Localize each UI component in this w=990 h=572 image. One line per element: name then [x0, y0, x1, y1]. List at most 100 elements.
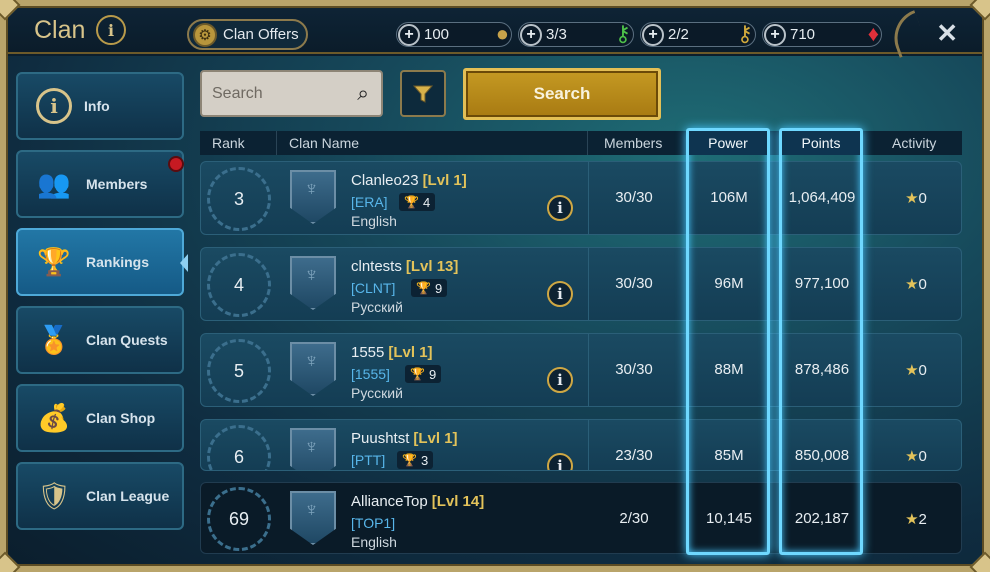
own-clan-row[interactable]: 69 ♆ AllianceTop [Lvl 14] [TOP1] English … [200, 482, 962, 554]
table-row[interactable]: 3 ♆ Clanleo23 [Lvl 1] [ERA] 🏆 4 English i … [200, 161, 962, 235]
points-value: 202,187 [794, 510, 850, 527]
rank-value: 6 [233, 446, 244, 467]
star-icon: ★ [905, 362, 919, 379]
clan-tag: [ERA] [351, 194, 388, 210]
clan-name-text: clntests [351, 258, 402, 275]
clan-level: [Lvl 13] [405, 258, 459, 275]
resource-rubies: + 710 ♦ [762, 21, 882, 47]
sidebar-item-clan-shop[interactable]: 💰 Clan Shop [16, 384, 184, 452]
clan-info-button[interactable]: i [96, 15, 126, 45]
close-icon[interactable]: ✕ [936, 18, 958, 49]
rank-value: 5 [233, 360, 244, 381]
trophy-count: 🏆 3 [397, 451, 434, 469]
rank-wreath: 69 [207, 487, 271, 551]
activity-number: 0 [918, 448, 927, 465]
clan-name: 1555 [Lvl 1] [351, 344, 433, 361]
clan-info-button[interactable]: i [547, 367, 573, 393]
sidebar-item-rankings[interactable]: 🏆 Rankings [16, 228, 188, 296]
header-points[interactable]: Points [782, 131, 860, 155]
header-activity[interactable]: Activity [892, 135, 936, 151]
emblem-icon: ♆ [304, 499, 319, 521]
clan-emblem: ♆ [290, 428, 336, 470]
add-green-keys-button[interactable]: + [520, 23, 542, 46]
members-value: 30/30 [615, 189, 653, 206]
trophy-value: 4 [422, 194, 431, 210]
rank-value: 69 [228, 508, 250, 529]
header-divider [276, 131, 277, 155]
points-value: 977,100 [794, 275, 850, 292]
sidebar-item-clan-league[interactable]: 🛡 Clan League [16, 462, 184, 530]
rubies-value: 710 [790, 26, 816, 43]
header-members[interactable]: Members [604, 135, 662, 151]
clan-tag: [TOP1] [351, 515, 396, 531]
points-value: 1,064,409 [788, 189, 856, 206]
sidebar-item-clan-quests[interactable]: 🏅 Clan Quests [16, 306, 184, 374]
gold-key-icon: ⚷ [736, 21, 753, 46]
star-icon: ★ [905, 448, 919, 465]
star-icon: ★ [905, 190, 919, 207]
emblem-icon: ♆ [304, 350, 319, 372]
rank-value: 3 [233, 188, 244, 209]
members-value: 2/30 [619, 510, 649, 527]
search-field[interactable]: ⌕ [200, 70, 383, 117]
power-value: 88M [714, 361, 744, 378]
clan-name: Clanleo23 [Lvl 1] [351, 172, 467, 189]
header-divider [587, 131, 588, 155]
resource-green-keys: + 3/3 ⚷ [518, 21, 634, 47]
clan-emblem: ♆ [290, 256, 336, 310]
table-row[interactable]: 5 ♆ 1555 [Lvl 1] [1555] 🏆 9 Русский i 30/3… [200, 333, 962, 407]
sidebar-item-info[interactable]: i Info [16, 72, 184, 140]
shield-stars-icon: 🛡 [36, 481, 72, 511]
column-divider [588, 420, 589, 470]
add-coins-button[interactable]: + [398, 23, 420, 46]
clan-offers-button[interactable]: ⚙ Clan Offers [187, 19, 308, 50]
clan-info-button[interactable]: i [547, 195, 573, 221]
clan-language: Русский [351, 299, 403, 315]
members-icon: 👥 [37, 169, 71, 199]
activity-number: 0 [918, 362, 927, 379]
info-icon: i [107, 20, 115, 40]
clan-info-button[interactable]: i [547, 453, 573, 470]
top-bar: Clan i ⚙ Clan Offers + 100 ● + 3/3 ⚷ + 2… [6, 6, 984, 58]
sidebar-item-members[interactable]: 👥 Members [16, 150, 184, 218]
resource-coins: + 100 ● [396, 21, 512, 47]
add-gold-keys-button[interactable]: + [642, 23, 664, 46]
decorative-hook [886, 10, 928, 58]
activity-value: ★0 [891, 189, 941, 207]
table-row[interactable]: 4 ♆ clntests [Lvl 13] [CLNT] 🏆 9 Русский i… [200, 247, 962, 321]
rank-wreath: 6 [207, 425, 271, 470]
medal-icon: 🏅 [37, 325, 71, 355]
clan-info-button[interactable]: i [547, 281, 573, 307]
search-button[interactable]: Search [463, 68, 661, 120]
search-icon[interactable]: ⌕ [357, 82, 369, 106]
activity-value: ★2 [891, 510, 941, 528]
activity-number: 2 [918, 511, 927, 528]
clan-level: [Lvl 14] [431, 493, 485, 510]
gold-keys-value: 2/2 [668, 26, 689, 43]
search-input[interactable] [202, 84, 342, 103]
power-value: 96M [714, 275, 744, 292]
trophy-count: 🏆 9 [411, 279, 448, 297]
activity-value: ★0 [891, 447, 941, 465]
clan-level: [Lvl 1] [422, 172, 467, 189]
sidebar-item-label: Clan Shop [86, 410, 156, 426]
header-power[interactable]: Power [689, 131, 767, 155]
clan-name-text: AllianceTop [351, 493, 428, 510]
column-divider [588, 334, 589, 406]
filter-button[interactable] [400, 70, 446, 117]
add-rubies-button[interactable]: + [764, 23, 786, 46]
power-value: 85M [714, 447, 744, 464]
members-value: 23/30 [615, 447, 653, 464]
table-row[interactable]: 6 ♆ Puushtst [Lvl 1] [PTT] 🏆 3 i 23/30 85M… [200, 419, 962, 471]
info-icon: i [36, 88, 72, 124]
activity-value: ★0 [891, 275, 941, 293]
active-arrow-indicator [180, 254, 188, 272]
trophy-icon: 🏆 [416, 281, 431, 295]
activity-number: 0 [918, 276, 927, 293]
column-divider [588, 162, 589, 234]
header-rank[interactable]: Rank [212, 135, 245, 151]
clan-language: English [351, 213, 397, 229]
star-icon: ★ [905, 511, 919, 528]
header-clan-name[interactable]: Clan Name [289, 135, 359, 151]
trophy-icon: 🏆 [410, 367, 425, 381]
